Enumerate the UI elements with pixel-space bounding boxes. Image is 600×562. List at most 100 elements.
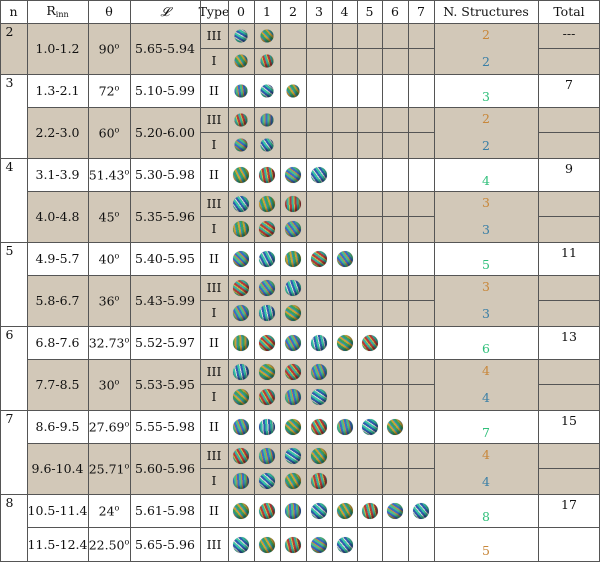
theta-value: 24 — [98, 502, 115, 518]
row-structure-count: 4 — [482, 473, 490, 489]
structure-sphere — [234, 84, 248, 97]
structure-sphere — [259, 166, 275, 183]
column-rule — [0, 0, 1, 562]
column-rule — [434, 0, 435, 562]
column-rule — [228, 0, 229, 562]
row-L: 5.43-5.99 — [135, 292, 195, 308]
structure-sphere — [361, 502, 378, 519]
row-total: 7 — [565, 76, 573, 92]
structure-sphere — [285, 250, 301, 267]
theta-value: 27.69 — [88, 418, 125, 434]
degree-mark: o — [124, 536, 130, 546]
structure-sphere — [285, 305, 301, 322]
row-structure-count: 5 — [482, 542, 490, 558]
header-rinn: Rinn — [46, 4, 68, 19]
row-structure-count: 3 — [482, 194, 490, 210]
row-type: I — [211, 389, 217, 404]
row-n: 8 — [5, 494, 14, 510]
row-total: 17 — [561, 496, 577, 512]
row-rinn: 5.8-6.7 — [35, 292, 80, 308]
header-L: 𝓛 — [160, 3, 170, 19]
row-rinn: 7.7-8.5 — [35, 376, 80, 392]
row-type: I — [211, 53, 217, 68]
row-total: 15 — [561, 412, 577, 428]
structure-sphere — [233, 221, 249, 238]
subrow-rule — [200, 384, 434, 385]
header-col-0: 0 — [237, 3, 245, 19]
theta-value: 30 — [98, 376, 115, 392]
structure-sphere — [233, 250, 249, 267]
structure-sphere — [285, 389, 301, 406]
header-rule — [0, 23, 600, 24]
row-theta: 40o — [99, 251, 120, 266]
row-rule — [0, 242, 600, 243]
structure-sphere — [311, 363, 327, 380]
row-theta: 51.43o — [88, 166, 130, 182]
degree-mark: o — [114, 40, 120, 50]
structure-sphere — [259, 447, 275, 464]
column-rule — [27, 0, 28, 562]
row-type: III — [206, 536, 222, 552]
structure-sphere — [336, 418, 353, 435]
structure-sphere — [259, 389, 275, 406]
structure-sphere — [285, 418, 301, 435]
structure-sphere — [387, 418, 403, 435]
header-total: Total — [553, 3, 585, 19]
structure-sphere — [311, 473, 327, 490]
row-n: 5 — [5, 242, 14, 258]
column-rule — [332, 0, 333, 562]
row-rule — [27, 275, 600, 276]
structure-sphere — [259, 334, 275, 351]
structure-sphere — [413, 502, 429, 519]
structure-sphere — [260, 138, 274, 152]
structure-sphere — [311, 447, 327, 464]
structure-sphere — [259, 502, 275, 519]
structure-sphere — [285, 166, 301, 183]
row-rinn: 9.6-10.4 — [31, 460, 84, 476]
row-theta: 25.71o — [89, 461, 130, 476]
structure-sphere — [311, 536, 327, 553]
row-rule — [27, 359, 600, 360]
theta-value: 51.43 — [88, 166, 125, 182]
row-total: 13 — [561, 328, 577, 344]
structure-sphere — [234, 138, 248, 152]
degree-mark: o — [114, 82, 120, 92]
structure-sphere — [233, 363, 249, 380]
structure-sphere — [361, 334, 378, 351]
subrow-rule-total — [538, 216, 600, 217]
subrow-rule — [200, 48, 434, 49]
header-col-7: 7 — [417, 3, 425, 19]
row-structure-count: 4 — [482, 362, 490, 378]
row-L: 5.61-5.98 — [135, 502, 195, 518]
header-col-5: 5 — [365, 3, 374, 19]
row-total: --- — [562, 25, 576, 41]
degree-mark: o — [114, 376, 120, 386]
row-rinn: 4.0-4.8 — [35, 208, 80, 224]
row-total: 11 — [561, 244, 577, 260]
row-theta: 27.69o — [88, 418, 130, 434]
row-structure-count: 2 — [482, 110, 490, 126]
header-type: Type — [198, 3, 230, 19]
row-theta: 24o — [98, 502, 120, 518]
row-L: 5.30-5.98 — [135, 166, 195, 182]
row-structure-count: 3 — [482, 88, 490, 104]
theta-value: 32.73 — [88, 334, 125, 350]
degree-mark: o — [124, 166, 130, 176]
row-type: III — [206, 279, 222, 295]
row-rule — [0, 410, 600, 411]
row-theta: 36o — [99, 293, 120, 308]
row-n: 2 — [5, 23, 14, 39]
structure-sphere — [285, 334, 301, 351]
row-structure-count: 2 — [482, 53, 490, 69]
row-type: II — [209, 502, 219, 518]
structure-sphere — [260, 54, 274, 68]
row-rinn: 8.6-9.5 — [35, 418, 80, 434]
row-L: 5.55-5.98 — [135, 418, 195, 434]
row-structure-count: 3 — [482, 221, 490, 237]
row-structure-count: 4 — [482, 389, 490, 405]
row-structure-count: 4 — [482, 172, 490, 188]
theta-value: 22.50 — [88, 536, 125, 552]
structure-sphere — [285, 363, 301, 380]
structure-sphere — [233, 195, 249, 212]
degree-mark: o — [124, 334, 130, 344]
